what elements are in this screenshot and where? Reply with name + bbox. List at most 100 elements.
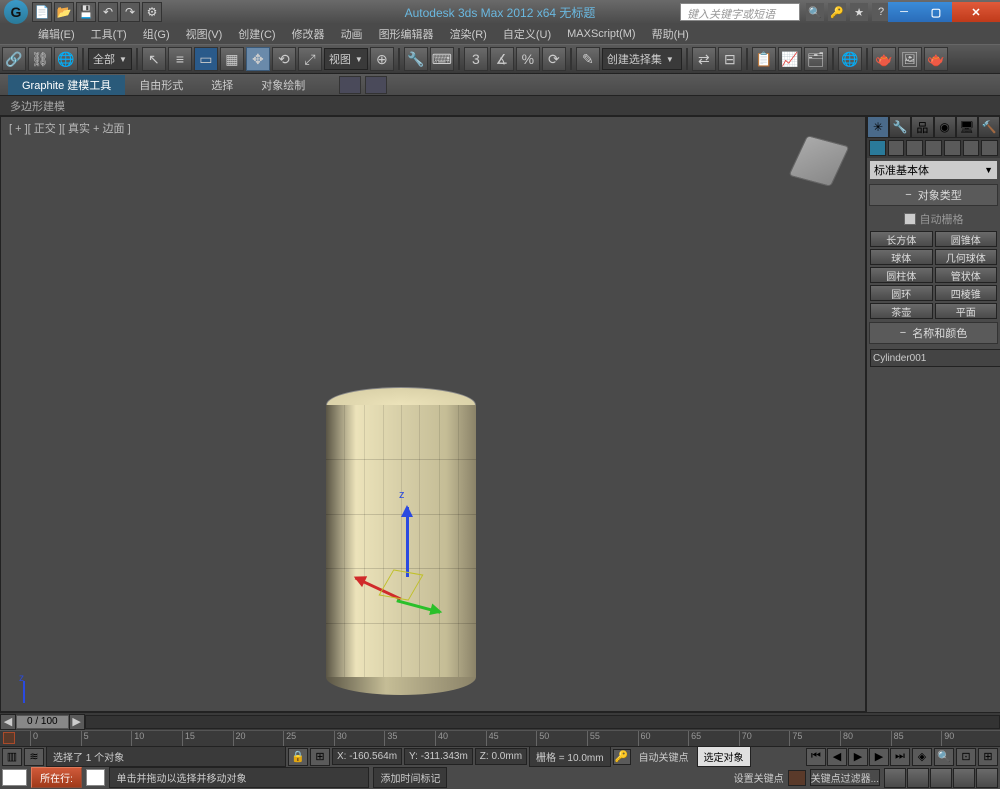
coord-y[interactable]: Y: -311.343m: [404, 748, 473, 765]
prev-frame-icon[interactable]: ◀: [827, 748, 847, 766]
prim-plane-button[interactable]: 平面: [935, 303, 998, 319]
coord-x[interactable]: X: -160.564m: [332, 748, 402, 765]
prim-sphere-button[interactable]: 球体: [870, 249, 933, 265]
zoomext-icon[interactable]: ⊞: [978, 748, 998, 766]
selection-filter-dropdown[interactable]: 全部: [88, 48, 132, 70]
curve-editor-button[interactable]: 📈: [778, 47, 802, 71]
select-name-button[interactable]: ≡: [168, 47, 192, 71]
prevframe-button[interactable]: ◀: [0, 714, 16, 730]
next-frame-icon[interactable]: ▶: [869, 748, 889, 766]
prim-box-button[interactable]: 长方体: [870, 231, 933, 247]
cameras-subtab-icon[interactable]: [925, 140, 942, 156]
timeline-ruler[interactable]: 0 5 10 15 20 25 30 35 40 45 50 55 60 65 …: [0, 730, 1000, 746]
align-button[interactable]: ⊟: [718, 47, 742, 71]
menu-grapheditors[interactable]: 图形编辑器: [371, 24, 442, 44]
favorite-icon[interactable]: ★: [850, 3, 868, 21]
refcoord-dropdown[interactable]: 视图: [324, 48, 368, 70]
key-icon[interactable]: 🔑: [613, 749, 631, 765]
maxscript-line-label[interactable]: 所在行:: [31, 767, 82, 788]
select-button[interactable]: ↖: [142, 47, 166, 71]
menu-edit[interactable]: 编辑(E): [30, 24, 83, 44]
trackbar-icon[interactable]: ▥: [2, 748, 22, 766]
keyfilter-button[interactable]: 关键点过滤器...: [810, 769, 880, 786]
subscription-icon[interactable]: 🔑: [828, 3, 846, 21]
display-tab-icon[interactable]: 🖥: [956, 116, 978, 138]
link-button[interactable]: 🔗: [2, 47, 26, 71]
menu-rendering[interactable]: 渲染(R): [442, 24, 495, 44]
primitive-category-dropdown[interactable]: 标准基本体: [870, 161, 997, 179]
fov-icon[interactable]: [953, 768, 975, 788]
save-icon[interactable]: 💾: [76, 2, 96, 22]
nextframe-button[interactable]: ▶: [69, 714, 85, 730]
unlink-button[interactable]: ⛓: [28, 47, 52, 71]
menu-modifiers[interactable]: 修改器: [284, 24, 333, 44]
helpers-subtab-icon[interactable]: [944, 140, 961, 156]
window-crossing-button[interactable]: ▦: [220, 47, 244, 71]
prim-cylinder-button[interactable]: 圆柱体: [870, 267, 933, 283]
prim-geosphere-button[interactable]: 几何球体: [935, 249, 998, 265]
app-menu-button[interactable]: G: [4, 0, 28, 24]
rollout-name-color[interactable]: 名称和颜色: [869, 322, 998, 344]
selected-obj-dropdown[interactable]: 选定对象: [697, 746, 751, 767]
bind-button[interactable]: 🌐: [54, 47, 78, 71]
menu-customize[interactable]: 自定义(U): [495, 24, 559, 44]
prim-tube-button[interactable]: 管状体: [935, 267, 998, 283]
menu-view[interactable]: 视图(V): [178, 24, 231, 44]
menu-maxscript[interactable]: MAXScript(M): [559, 26, 643, 42]
zoom-icon[interactable]: 🔍: [934, 748, 954, 766]
infocenter-icon[interactable]: 🔍: [806, 3, 824, 21]
modify-tab-icon[interactable]: 🔧: [889, 116, 911, 138]
create-tab-icon[interactable]: ✳: [867, 116, 889, 138]
maximize-viewport-icon[interactable]: [976, 768, 998, 788]
ribbon-tab-graphite[interactable]: Graphite 建模工具: [8, 75, 125, 95]
new-icon[interactable]: 📄: [32, 2, 52, 22]
time-slider-handle[interactable]: 0 / 100: [16, 715, 69, 729]
ribbon-tab-freeform[interactable]: 自由形式: [125, 75, 197, 95]
layers-button[interactable]: 📋: [752, 47, 776, 71]
select-rotate-button[interactable]: ⟲: [272, 47, 296, 71]
spinner-snap-button[interactable]: ⟳: [542, 47, 566, 71]
goto-end-icon[interactable]: ⏭: [890, 748, 910, 766]
curveeditor-icon[interactable]: ≋: [24, 748, 44, 766]
menu-help[interactable]: 帮助(H): [644, 24, 697, 44]
menu-create[interactable]: 创建(C): [230, 24, 283, 44]
prim-cone-button[interactable]: 圆锥体: [935, 231, 998, 247]
zoomall-icon[interactable]: ⊡: [956, 748, 976, 766]
redo-icon[interactable]: ↷: [120, 2, 140, 22]
mirror-button[interactable]: ⇄: [692, 47, 716, 71]
ribbon-expand-icon[interactable]: [339, 76, 361, 94]
play-icon[interactable]: ▶: [848, 748, 868, 766]
menu-tools[interactable]: 工具(T): [83, 24, 135, 44]
link-icon[interactable]: ⚙: [142, 2, 162, 22]
lock-icon[interactable]: 🔒: [288, 748, 308, 766]
select-manipulate-button[interactable]: 🔧: [404, 47, 428, 71]
autogrid-checkbox[interactable]: 自动栅格: [867, 208, 1000, 230]
autokey-button[interactable]: 自动关键点: [633, 747, 695, 766]
ribbon-tab-selection[interactable]: 选择: [197, 75, 247, 95]
maximize-button[interactable]: ▢: [920, 2, 952, 22]
time-slider[interactable]: ◀ 0 / 100 ▶: [0, 712, 1000, 730]
time-config-icon[interactable]: [884, 768, 906, 788]
rollout-object-type[interactable]: 对象类型: [869, 184, 998, 206]
orbit-icon[interactable]: [930, 768, 952, 788]
undo-icon[interactable]: ↶: [98, 2, 118, 22]
select-move-button[interactable]: ✥: [246, 47, 270, 71]
object-name-input[interactable]: [870, 349, 1000, 367]
prim-teapot-button[interactable]: 茶壶: [870, 303, 933, 319]
geometry-subtab-icon[interactable]: [869, 140, 886, 156]
motion-tab-icon[interactable]: ◉: [934, 116, 956, 138]
viewport-label[interactable]: [ + ][ 正交 ][ 真实 + 边面 ]: [9, 120, 131, 136]
viewport[interactable]: [ + ][ 正交 ][ 真实 + 边面 ] z z: [0, 116, 866, 712]
setkey-icon[interactable]: [788, 770, 806, 786]
schematic-button[interactable]: 🗂: [804, 47, 828, 71]
prim-torus-button[interactable]: 圆环: [870, 285, 933, 301]
pan-icon[interactable]: [907, 768, 929, 788]
setkey-button[interactable]: 设置关键点: [734, 770, 784, 785]
add-time-tag[interactable]: 添加时间标记: [373, 767, 447, 788]
render-setup-button[interactable]: 🫖: [872, 47, 896, 71]
render-frame-button[interactable]: 🖼: [898, 47, 922, 71]
select-scale-button[interactable]: ⤢: [298, 47, 322, 71]
cylinder-object[interactable]: [326, 387, 476, 687]
goto-start-icon[interactable]: ⏮: [806, 748, 826, 766]
menu-group[interactable]: 组(G): [135, 24, 178, 44]
